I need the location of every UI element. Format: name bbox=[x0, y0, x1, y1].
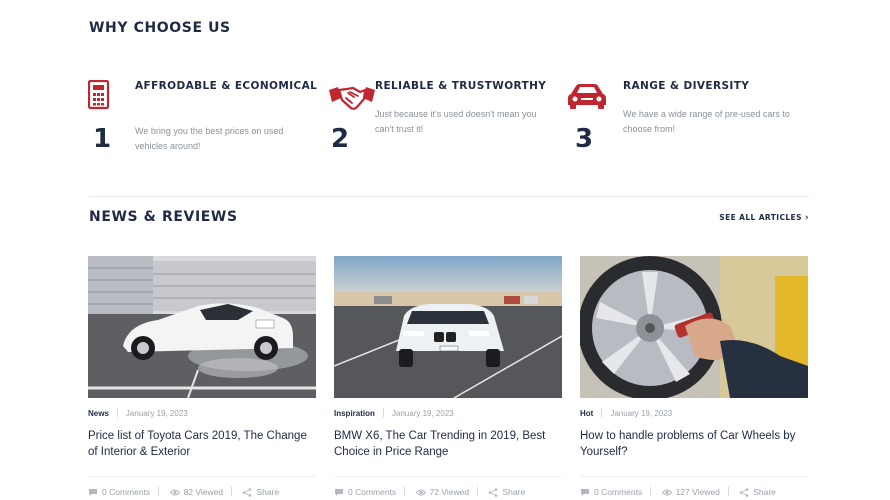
views-stat: 82 Viewed bbox=[169, 485, 224, 499]
feature-title: RANGE & DIVERSITY bbox=[623, 80, 750, 92]
feature-description: We have a wide range of pre-used cars to… bbox=[623, 109, 790, 134]
share-button[interactable]: Share bbox=[488, 485, 525, 499]
meta-divider bbox=[382, 408, 384, 417]
article-image-bmw[interactable] bbox=[334, 256, 562, 398]
comments-stat[interactable]: 0 Comments bbox=[334, 485, 396, 499]
article-category[interactable]: Inspiration bbox=[334, 409, 375, 418]
comment-icon bbox=[581, 489, 589, 496]
comments-stat[interactable]: 0 Comments bbox=[88, 485, 150, 499]
article-title[interactable]: BMW X6, The Car Trending in 2019, Best C… bbox=[334, 428, 562, 462]
share-label: Share bbox=[256, 486, 280, 497]
see-all-articles-link[interactable]: SEE ALL ARTICLES › bbox=[719, 213, 809, 223]
comment-icon bbox=[335, 489, 343, 496]
feature-title: RELIABLE & TRUSTWORTHY bbox=[375, 80, 547, 92]
article-card: News January 19, 2023 Price list of Toyot… bbox=[88, 256, 316, 500]
comments-count: 0 Comments bbox=[102, 486, 151, 497]
article-date: January 19, 2023 bbox=[610, 409, 673, 418]
article-meta: Inspiration January 19, 2023 bbox=[334, 408, 562, 420]
views-stat: 72 Viewed bbox=[415, 485, 470, 499]
article-stats: 0 Comments 72 Viewed Share bbox=[334, 484, 562, 498]
article-card: Hot January 19, 2023 How to handle proble… bbox=[580, 256, 808, 500]
stat-divider bbox=[158, 487, 160, 497]
article-title[interactable]: Price list of Toyota Cars 2019, The Chan… bbox=[88, 428, 316, 462]
share-button[interactable]: Share bbox=[739, 485, 776, 499]
card-divider bbox=[334, 476, 562, 477]
stat-divider bbox=[404, 487, 406, 497]
calculator-icon bbox=[88, 80, 110, 110]
views-stat: 127 Viewed bbox=[661, 485, 720, 499]
article-meta: Hot January 19, 2023 bbox=[580, 408, 808, 420]
comments-stat[interactable]: 0 Comments bbox=[580, 485, 642, 499]
article-category[interactable]: News bbox=[88, 409, 109, 418]
share-label: Share bbox=[753, 486, 776, 497]
share-icon bbox=[243, 488, 252, 497]
feature-description: We bring you the best prices on used veh… bbox=[135, 126, 284, 151]
share-icon bbox=[489, 488, 498, 497]
news-reviews-heading: NEWS & REVIEWS bbox=[89, 209, 238, 225]
feature-description: Just because it's used doesn't mean you … bbox=[375, 109, 537, 134]
views-count: 127 Viewed bbox=[675, 486, 720, 497]
stat-divider bbox=[477, 487, 479, 497]
article-title[interactable]: How to handle problems of Car Wheels by … bbox=[580, 428, 808, 462]
eye-icon bbox=[169, 489, 180, 496]
feature-reliable: RELIABLE & TRUSTWORTHY 2 Just because it… bbox=[328, 78, 558, 168]
comments-count: 0 Comments bbox=[594, 486, 643, 497]
views-count: 72 Viewed bbox=[429, 486, 470, 497]
stat-divider bbox=[231, 487, 233, 497]
card-divider bbox=[88, 476, 316, 477]
feature-range: RANGE & DIVERSITY 3 We have a wide range… bbox=[567, 78, 797, 168]
article-date: January 19, 2023 bbox=[125, 409, 188, 418]
stat-divider bbox=[650, 487, 652, 497]
comments-count: 0 Comments bbox=[348, 486, 397, 497]
views-count: 82 Viewed bbox=[183, 486, 224, 497]
feature-number: 1 bbox=[93, 124, 112, 154]
card-divider bbox=[580, 476, 808, 477]
feature-title: AFFRODABLE & ECONOMICAL bbox=[135, 80, 318, 92]
meta-divider bbox=[116, 408, 118, 417]
article-image-wheel[interactable] bbox=[580, 256, 808, 398]
section-divider bbox=[89, 196, 809, 197]
share-button[interactable]: Share bbox=[242, 485, 279, 499]
stat-divider bbox=[727, 487, 729, 497]
see-all-label: SEE ALL ARTICLES bbox=[719, 213, 802, 222]
why-choose-us-heading: WHY CHOOSE US bbox=[89, 20, 231, 36]
comment-icon bbox=[89, 489, 97, 496]
feature-affordable: AFFRODABLE & ECONOMICAL 1 We bring you t… bbox=[88, 78, 318, 168]
article-category[interactable]: Hot bbox=[580, 409, 593, 418]
article-card: Inspiration January 19, 2023 BMW X6, The … bbox=[334, 256, 562, 500]
share-label: Share bbox=[502, 486, 526, 497]
car-icon bbox=[568, 84, 606, 109]
feature-number: 3 bbox=[575, 124, 594, 154]
article-meta: News January 19, 2023 bbox=[88, 408, 316, 420]
meta-divider bbox=[601, 408, 603, 417]
eye-icon bbox=[661, 489, 672, 496]
feature-number: 2 bbox=[331, 124, 350, 154]
chevron-right-icon: › bbox=[804, 213, 809, 223]
share-icon bbox=[739, 488, 749, 497]
article-stats: 0 Comments 127 Viewed Share bbox=[580, 484, 808, 498]
eye-icon bbox=[415, 489, 426, 496]
article-date: January 19, 2023 bbox=[391, 409, 454, 418]
article-stats: 0 Comments 82 Viewed Share bbox=[88, 484, 316, 498]
handshake-icon bbox=[329, 86, 375, 110]
article-image-toyota[interactable] bbox=[88, 256, 316, 398]
